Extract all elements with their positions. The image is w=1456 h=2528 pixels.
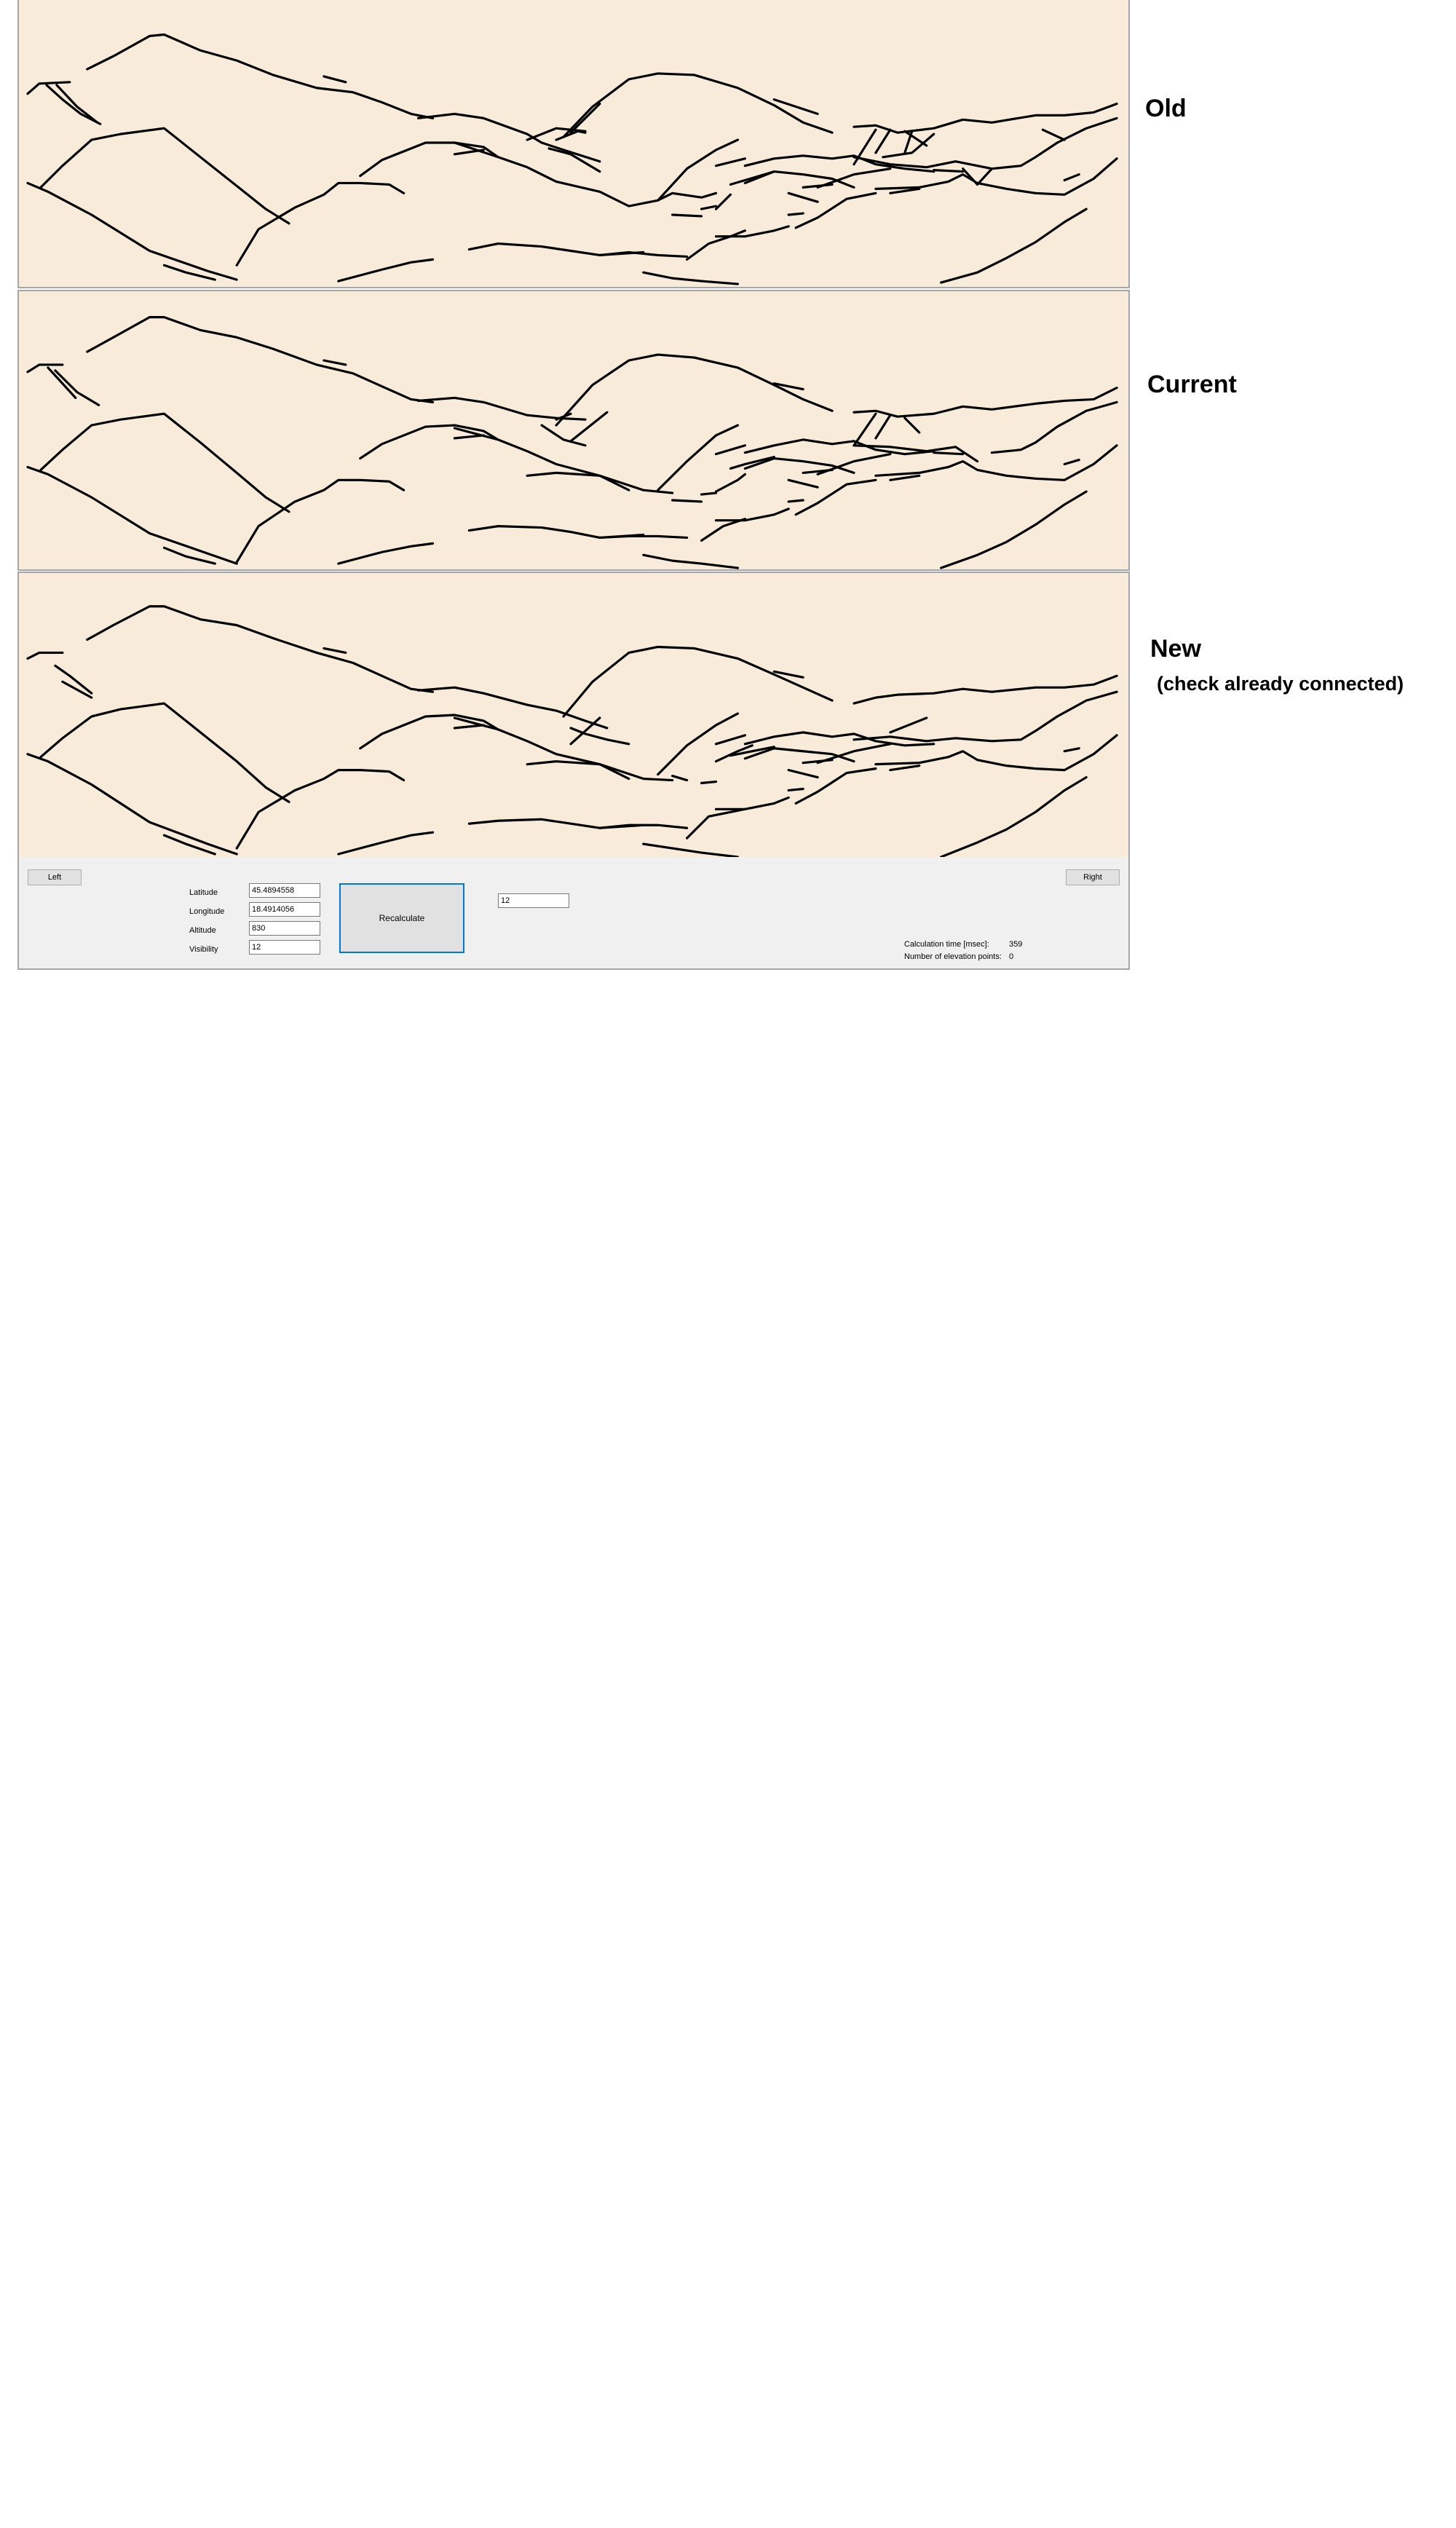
visibility-label: Visibility xyxy=(189,945,218,954)
longitude-label: Longitude xyxy=(189,907,225,916)
calc-time-label: Calculation time [msec]: xyxy=(904,940,989,949)
ridgeline-drawing-current xyxy=(26,316,1118,569)
panel-label-old: Old xyxy=(1145,95,1187,122)
ridgeline-panel-new xyxy=(17,572,1130,857)
left-button[interactable]: Left xyxy=(28,869,82,885)
ridgeline-drawing-new xyxy=(26,605,1118,857)
longitude-field[interactable]: 18.4914056 xyxy=(249,902,320,917)
recalculate-button[interactable]: Recalculate xyxy=(339,883,464,953)
latitude-label: Latitude xyxy=(189,888,218,897)
elevation-points-value: 0 xyxy=(1009,952,1014,961)
visibility-field[interactable]: 12 xyxy=(249,940,320,955)
altitude-field[interactable]: 830 xyxy=(249,921,320,936)
calc-time-value: 359 xyxy=(1009,940,1023,949)
panel-sublabel-new: (check already connected) xyxy=(1157,673,1404,695)
ridgeline-drawing-old xyxy=(26,33,1118,285)
altitude-label: Altitude xyxy=(189,926,216,935)
ridgeline-panel-current xyxy=(17,290,1130,571)
elevation-points-label: Number of elevation points: xyxy=(904,952,1002,961)
panel-label-new: New xyxy=(1150,635,1201,663)
control-panel: Left Right Latitude 45.4894558 Longitude… xyxy=(17,857,1130,970)
latitude-field[interactable]: 45.4894558 xyxy=(249,883,320,898)
extra-field[interactable]: 12 xyxy=(498,893,569,908)
panel-label-current: Current xyxy=(1147,371,1237,398)
right-button[interactable]: Right xyxy=(1066,869,1120,885)
ridgeline-panel-old xyxy=(17,0,1130,288)
